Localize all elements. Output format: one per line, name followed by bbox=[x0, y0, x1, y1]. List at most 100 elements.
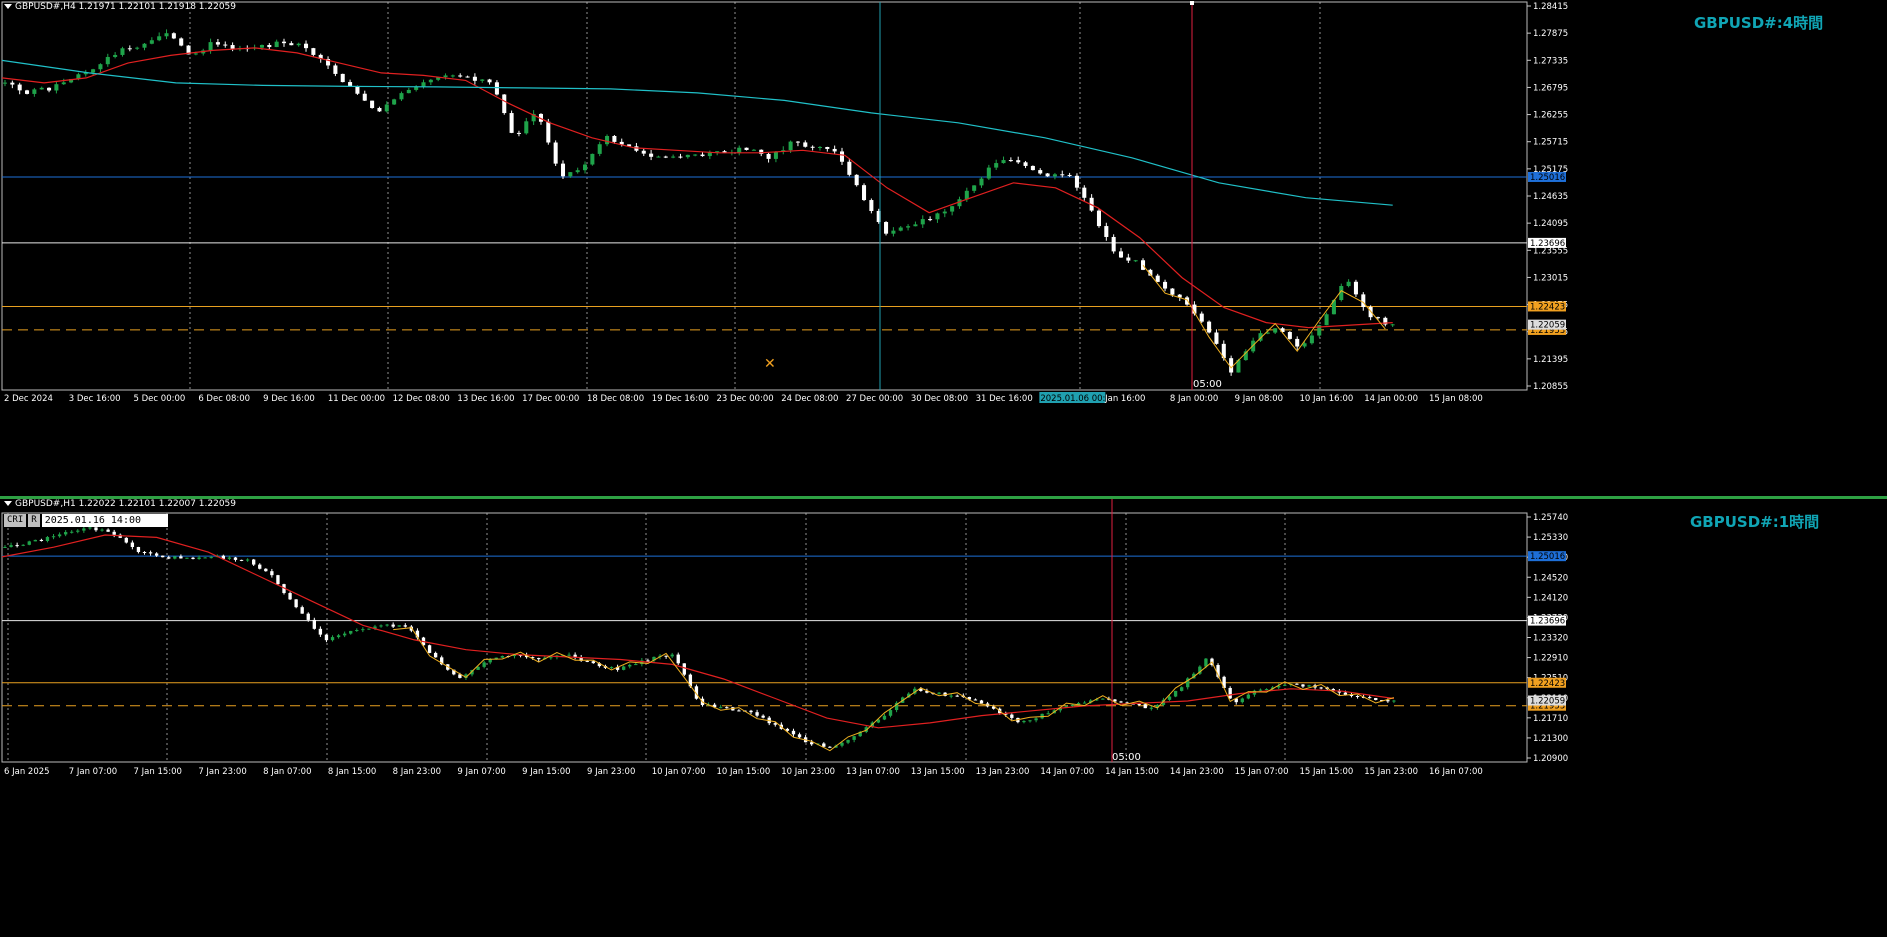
candle-body bbox=[744, 147, 749, 150]
candle-body bbox=[1228, 688, 1232, 699]
candle-body bbox=[355, 629, 359, 631]
candle-body bbox=[973, 699, 978, 701]
zigzag-line bbox=[393, 627, 1395, 752]
time-label: 13 Jan 23:00 bbox=[976, 767, 1030, 777]
candle-body bbox=[164, 33, 169, 37]
candle-body bbox=[1126, 257, 1131, 261]
candle-body bbox=[294, 599, 298, 608]
candle-body bbox=[949, 695, 953, 697]
candle-body bbox=[795, 141, 800, 143]
collapse-triangle-icon[interactable] bbox=[4, 501, 12, 506]
candle-body bbox=[862, 185, 867, 201]
price-tick-label: 1.21395 bbox=[1533, 355, 1568, 365]
price-tick-label: 1.24520 bbox=[1533, 573, 1568, 583]
candle-body bbox=[288, 593, 292, 600]
time-label: 3 Dec 16:00 bbox=[69, 394, 121, 404]
candle-body bbox=[33, 539, 37, 542]
candle-body bbox=[832, 148, 837, 152]
candle-body bbox=[1368, 697, 1372, 699]
candle-body bbox=[1070, 704, 1075, 707]
candle-body bbox=[646, 660, 650, 662]
candle-body bbox=[403, 625, 407, 627]
time-label: 15 Jan 08:00 bbox=[1429, 394, 1483, 404]
candle-body bbox=[537, 658, 541, 660]
candle-body bbox=[979, 700, 984, 704]
candle-body bbox=[942, 211, 947, 214]
candle-body bbox=[348, 82, 353, 87]
candle-body bbox=[105, 56, 110, 65]
candle-body bbox=[82, 528, 86, 531]
candle-body bbox=[281, 41, 287, 44]
candle-body bbox=[524, 121, 529, 134]
time-label: 5 Dec 00:00 bbox=[134, 394, 186, 404]
candle-body bbox=[264, 568, 268, 572]
candle-body bbox=[1141, 260, 1146, 270]
candle-body bbox=[487, 79, 492, 83]
h1-chart-canvas[interactable]: 1.257401.253301.249301.245201.241201.237… bbox=[0, 499, 1887, 937]
time-label: 9 Dec 16:00 bbox=[263, 394, 315, 404]
candle-body bbox=[516, 132, 521, 134]
time-label: 2 Dec 2024 bbox=[4, 394, 53, 404]
candle-body bbox=[1163, 281, 1168, 289]
collapse-triangle-icon[interactable] bbox=[4, 4, 12, 9]
price-tick-label: 1.22910 bbox=[1533, 654, 1568, 664]
candle-body bbox=[1167, 696, 1172, 700]
candle-body bbox=[157, 36, 162, 41]
candle-body bbox=[1301, 684, 1305, 687]
candle-body bbox=[1355, 695, 1360, 697]
price-tick-label: 1.24120 bbox=[1533, 593, 1568, 603]
candle-body bbox=[560, 163, 566, 177]
h4-chart-canvas[interactable]: 1.28415 1.27875 1.27335 1.26795 1.26255 1.257… bbox=[0, 0, 1887, 406]
vline-label: 05:00 bbox=[1193, 379, 1222, 390]
price-tick-label: 1.26255 bbox=[1533, 111, 1568, 121]
candle-body bbox=[755, 712, 759, 716]
candle-body bbox=[1111, 236, 1116, 252]
candle-body bbox=[480, 79, 485, 81]
price-tick-label: 1.25330 bbox=[1533, 533, 1568, 543]
time-label: 14 Jan 07:00 bbox=[1040, 767, 1094, 777]
candle-body bbox=[1008, 160, 1013, 162]
cri-button[interactable]: CRI bbox=[4, 514, 27, 527]
time-label: 7 Jan 07:00 bbox=[69, 767, 117, 777]
candle-body bbox=[197, 557, 201, 560]
plot-frame bbox=[1, 512, 1528, 763]
time-label: 13 Jan 15:00 bbox=[911, 767, 965, 777]
h4-symbol-header: GBPUSD#,H4 1.21971 1.22101 1.21918 1.220… bbox=[4, 2, 236, 12]
candle-body bbox=[76, 530, 80, 532]
candle-body bbox=[994, 163, 999, 168]
candle-body bbox=[154, 553, 159, 556]
candle-body bbox=[135, 47, 140, 49]
r-button[interactable]: R bbox=[28, 514, 40, 527]
candle-body bbox=[676, 654, 680, 664]
candle-body bbox=[803, 142, 808, 147]
price-tag-label: 1.25016 bbox=[1530, 173, 1565, 183]
ma-fast-line bbox=[1, 47, 1393, 329]
candle-body bbox=[1101, 698, 1105, 700]
candle-body bbox=[1137, 704, 1141, 706]
candle-body bbox=[276, 575, 280, 585]
datetime-box[interactable]: 2025.01.16 14:00 bbox=[41, 514, 168, 527]
time-label: 16 Jan 07:00 bbox=[1429, 767, 1483, 777]
price-tick-label: 1.27875 bbox=[1533, 29, 1568, 39]
candle-body bbox=[1258, 689, 1263, 691]
time-label: 14 Jan 00:00 bbox=[1364, 394, 1418, 404]
candle-body bbox=[494, 82, 499, 95]
ma-fast-line bbox=[1, 534, 1394, 729]
candle-body bbox=[258, 564, 262, 569]
candle-body bbox=[1179, 687, 1184, 691]
h1-chart-panel[interactable]: 1.257401.253301.249301.245201.241201.237… bbox=[0, 499, 1887, 937]
h4-chart-panel[interactable]: 1.28415 1.27875 1.27335 1.26795 1.26255 1.257… bbox=[0, 0, 1887, 406]
candle-body bbox=[428, 79, 433, 83]
time-label: 14 Jan 15:00 bbox=[1105, 767, 1159, 777]
candle-body bbox=[1155, 275, 1160, 282]
time-label: 14 Jan 23:00 bbox=[1170, 767, 1224, 777]
candle-body bbox=[120, 48, 125, 55]
candle-body bbox=[27, 541, 31, 545]
candle-body bbox=[161, 555, 165, 558]
candle-body bbox=[664, 655, 668, 657]
candle-body bbox=[361, 629, 365, 631]
candle-body bbox=[312, 619, 316, 629]
price-tick-label: 1.21710 bbox=[1533, 714, 1568, 724]
candle-body bbox=[392, 99, 397, 105]
candle-body bbox=[443, 75, 448, 78]
